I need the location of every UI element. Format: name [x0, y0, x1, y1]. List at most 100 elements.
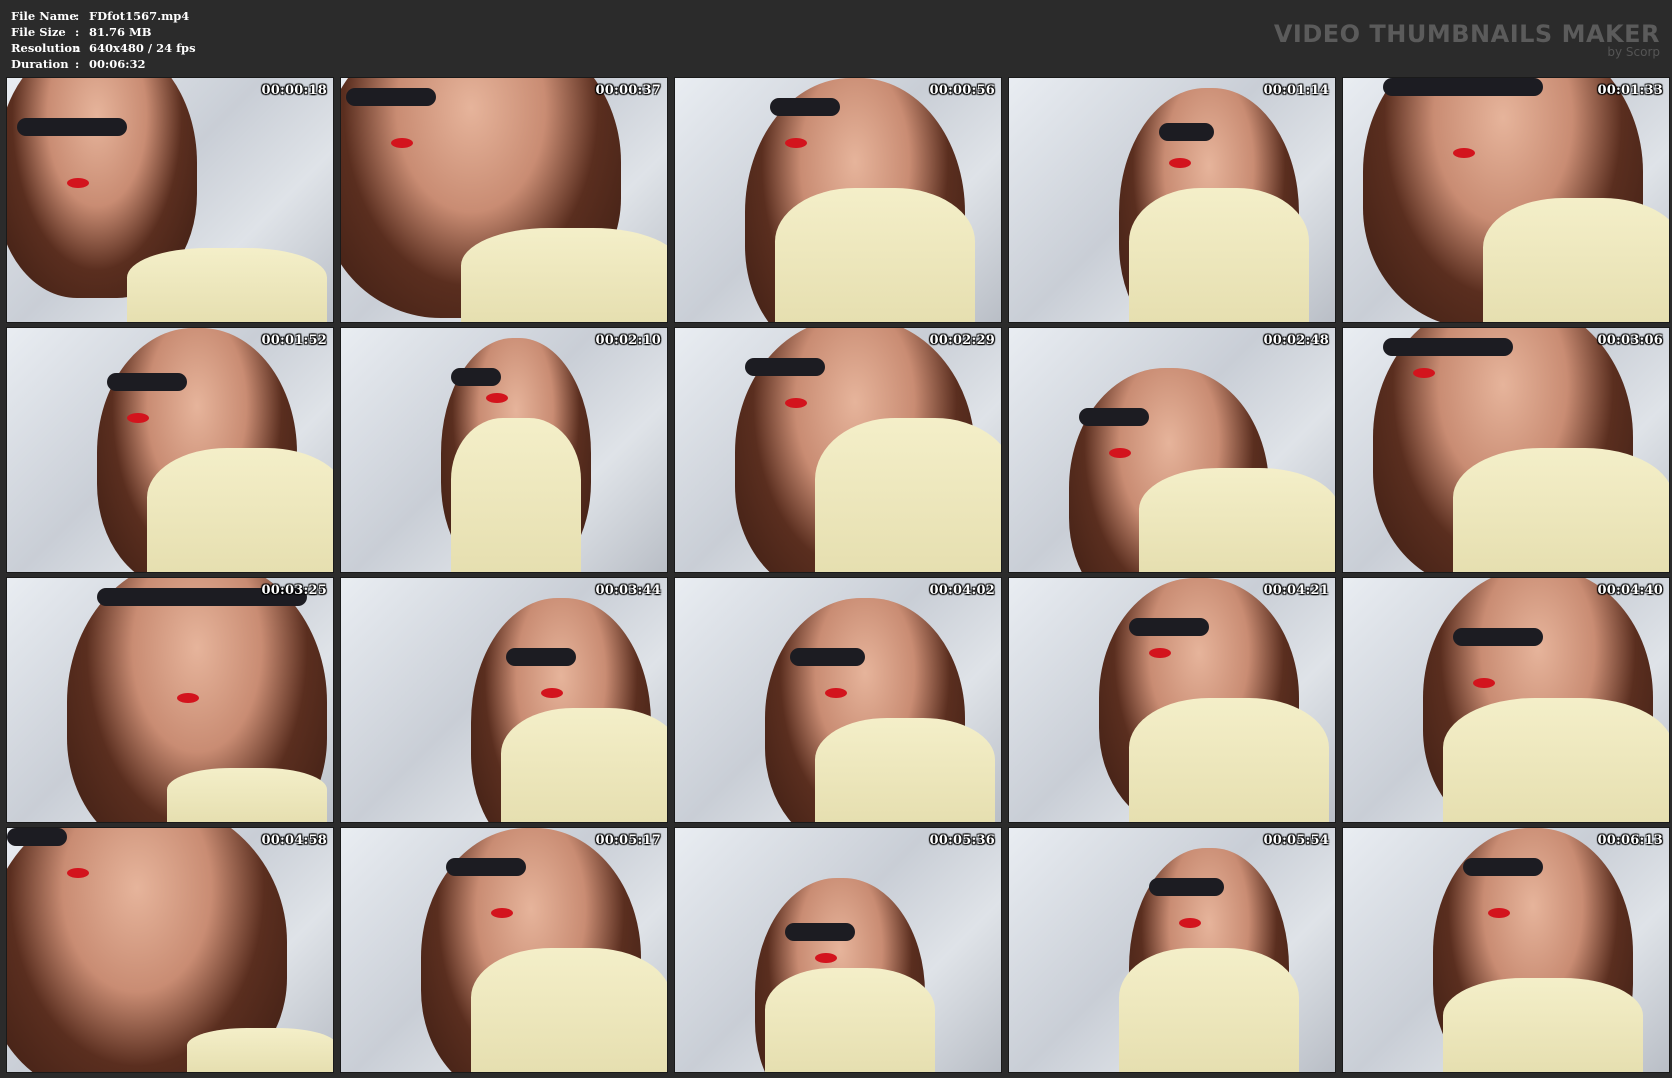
- frame-sunglasses: [1453, 628, 1543, 646]
- thumbnail-timestamp: 00:03:44: [595, 583, 661, 598]
- frame-lips: [541, 688, 563, 698]
- frame-lips: [825, 688, 847, 698]
- frame-lips: [67, 178, 89, 188]
- frame-sunglasses: [17, 118, 127, 136]
- thumbnail-timestamp: 00:00:18: [261, 83, 327, 98]
- frame-lips: [785, 138, 807, 148]
- frame-sunglasses: [1159, 123, 1214, 141]
- frame-sunglasses: [1383, 338, 1513, 356]
- thumbnail-timestamp: 00:04:40: [1597, 583, 1663, 598]
- video-thumbnail[interactable]: 00:03:06: [1342, 327, 1670, 573]
- duration-separator: :: [75, 57, 80, 71]
- frame-shirt: [815, 418, 1001, 572]
- file-name-row: File Name : FDfot1567.mp4: [11, 8, 196, 24]
- frame-sunglasses: [1149, 878, 1224, 896]
- frame-sunglasses: [1129, 618, 1209, 636]
- brand-title: VIDEO THUMBNAILS MAKER: [1273, 20, 1660, 48]
- file-size-separator: :: [75, 25, 80, 39]
- thumbnail-timestamp: 00:04:02: [929, 583, 995, 598]
- video-thumbnail[interactable]: 00:01:33: [1342, 77, 1670, 323]
- video-thumbnail[interactable]: 00:05:36: [674, 827, 1002, 1073]
- video-thumbnail[interactable]: 00:02:10: [340, 327, 668, 573]
- thumbnail-timestamp: 00:03:06: [1597, 333, 1663, 348]
- frame-lips: [127, 413, 149, 423]
- thumbnail-timestamp: 00:04:21: [1263, 583, 1329, 598]
- frame-sunglasses: [446, 858, 526, 876]
- frame-lips: [1169, 158, 1191, 168]
- frame-lips: [1149, 648, 1171, 658]
- video-thumbnail[interactable]: 00:00:56: [674, 77, 1002, 323]
- frame-sunglasses: [1383, 78, 1543, 96]
- thumbnail-grid: 00:00:18 00:00:37 00:00:56 00:01:14 00:01:33…: [6, 77, 1670, 1073]
- brand-watermark: VIDEO THUMBNAILS MAKER by Scorp: [1274, 20, 1660, 58]
- video-thumbnail[interactable]: 00:06:13: [1342, 827, 1670, 1073]
- file-size-row: File Size : 81.76 MB: [11, 24, 196, 40]
- file-name-label: File Name: [11, 9, 77, 23]
- frame-shirt: [1139, 468, 1335, 572]
- file-name-separator: :: [75, 9, 80, 23]
- file-info: File Name : FDfot1567.mp4 File Size : 81…: [11, 8, 196, 72]
- frame-lips: [1109, 448, 1131, 458]
- video-thumbnail[interactable]: 00:05:17: [340, 827, 668, 1073]
- thumbnail-timestamp: 00:05:54: [1263, 833, 1329, 848]
- frame-shirt: [775, 188, 975, 322]
- video-thumbnail[interactable]: 00:04:21: [1008, 577, 1336, 823]
- video-thumbnail[interactable]: 00:03:25: [6, 577, 334, 823]
- frame-sunglasses: [1463, 858, 1543, 876]
- file-name-value: FDfot1567.mp4: [89, 9, 190, 23]
- frame-shirt: [1453, 448, 1669, 572]
- thumbnail-timestamp: 00:02:10: [595, 333, 661, 348]
- frame-shirt: [461, 228, 667, 322]
- video-thumbnail[interactable]: 00:05:54: [1008, 827, 1336, 1073]
- frame-lips: [1473, 678, 1495, 688]
- thumbnail-timestamp: 00:05:36: [929, 833, 995, 848]
- duration-label: Duration: [11, 57, 69, 71]
- resolution-separator: :: [75, 41, 80, 55]
- resolution-row: Resolution : 640x480 / 24 fps: [11, 40, 196, 56]
- frame-shirt: [1483, 198, 1669, 322]
- thumbnail-timestamp: 00:00:37: [595, 83, 661, 98]
- video-thumbnail[interactable]: 00:02:29: [674, 327, 1002, 573]
- frame-shirt: [1443, 978, 1643, 1072]
- video-thumbnail[interactable]: 00:02:48: [1008, 327, 1336, 573]
- frame-lips: [1413, 368, 1435, 378]
- file-size-label: File Size: [11, 25, 66, 39]
- frame-shirt: [1129, 698, 1329, 822]
- thumbnail-timestamp: 00:01:33: [1597, 83, 1663, 98]
- frame-shirt: [1119, 948, 1299, 1072]
- frame-sunglasses: [7, 828, 67, 846]
- frame-shirt: [451, 418, 581, 572]
- video-thumbnail[interactable]: 00:03:44: [340, 577, 668, 823]
- video-thumbnail[interactable]: 00:00:37: [340, 77, 668, 323]
- resolution-value: 640x480 / 24 fps: [89, 41, 196, 55]
- frame-lips: [177, 693, 199, 703]
- frame-lips: [1453, 148, 1475, 158]
- video-thumbnail[interactable]: 00:04:40: [1342, 577, 1670, 823]
- thumbnail-timestamp: 00:04:58: [261, 833, 327, 848]
- frame-shirt: [127, 248, 327, 322]
- thumbnail-timestamp: 00:01:52: [261, 333, 327, 348]
- video-thumbnail[interactable]: 00:00:18: [6, 77, 334, 323]
- frame-shirt: [1443, 698, 1669, 822]
- video-thumbnail[interactable]: 00:04:02: [674, 577, 1002, 823]
- thumbnail-timestamp: 00:05:17: [595, 833, 661, 848]
- frame-shirt: [167, 768, 327, 822]
- frame-sunglasses: [1079, 408, 1149, 426]
- frame-sunglasses: [107, 373, 187, 391]
- frame-lips: [1488, 908, 1510, 918]
- thumbnail-timestamp: 00:03:25: [261, 583, 327, 598]
- frame-lips: [486, 393, 508, 403]
- frame-lips: [1179, 918, 1201, 928]
- resolution-label: Resolution: [11, 41, 81, 55]
- frame-shirt: [187, 1028, 333, 1072]
- video-thumbnail[interactable]: 00:01:52: [6, 327, 334, 573]
- thumbnail-sheet: File Name : FDfot1567.mp4 File Size : 81…: [0, 0, 1672, 1078]
- frame-lips: [67, 868, 89, 878]
- thumbnail-timestamp: 00:06:13: [1597, 833, 1663, 848]
- video-thumbnail[interactable]: 00:04:58: [6, 827, 334, 1073]
- thumbnail-timestamp: 00:02:48: [1263, 333, 1329, 348]
- frame-sunglasses: [745, 358, 825, 376]
- duration-row: Duration : 00:06:32: [11, 56, 196, 72]
- video-thumbnail[interactable]: 00:01:14: [1008, 77, 1336, 323]
- frame-sunglasses: [506, 648, 576, 666]
